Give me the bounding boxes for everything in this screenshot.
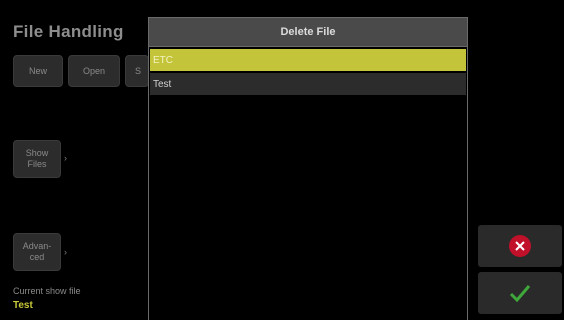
show-files-label: Show Files	[25, 148, 49, 169]
open-button[interactable]: Open	[68, 55, 120, 87]
confirm-button[interactable]	[478, 272, 562, 314]
delete-file-dialog: Delete File ETC Test	[148, 17, 468, 320]
file-list-item[interactable]: Test	[150, 73, 466, 95]
show-files-button[interactable]: Show Files	[13, 140, 61, 178]
current-show-value: Test	[13, 300, 33, 311]
chevron-right-icon: ›	[64, 247, 67, 257]
checkmark-icon	[509, 285, 531, 302]
file-name: ETC	[153, 54, 173, 66]
current-show-label: Current show file	[13, 286, 81, 296]
chevron-right-icon: ›	[64, 153, 67, 163]
dialog-title: Delete File	[149, 18, 467, 47]
cancel-icon	[509, 235, 531, 257]
new-button[interactable]: New	[13, 55, 63, 87]
advanced-label: Advan- ced	[22, 241, 52, 262]
page-title: File Handling	[13, 22, 124, 41]
cancel-button[interactable]	[478, 225, 562, 267]
save-button[interactable]: S	[125, 55, 149, 87]
advanced-button[interactable]: Advan- ced	[13, 233, 61, 271]
file-name: Test	[153, 78, 172, 90]
file-list-item[interactable]: ETC	[150, 49, 466, 71]
